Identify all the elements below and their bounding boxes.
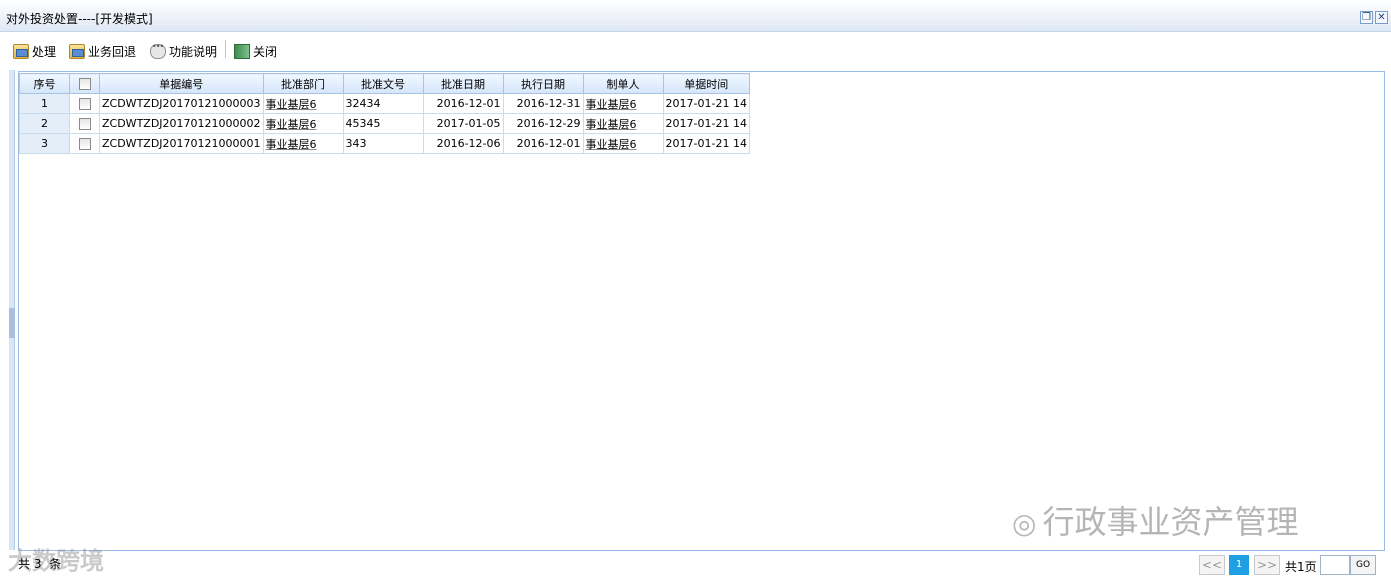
total-pages: 共1页 — [1285, 560, 1317, 574]
collapse-strip[interactable] — [9, 70, 15, 550]
doc-no-cell[interactable]: ZCDWTZDJ20170121000002 — [99, 113, 264, 134]
doc-time-cell[interactable]: 2017-01-21 14 — [662, 93, 750, 114]
grid-panel: 序号 单据编号 批准部门 批准文号 批准日期 执行日期 制单人 单据时间 1 Z… — [18, 71, 1385, 551]
column-header-doc-time[interactable]: 单据时间 — [662, 73, 750, 94]
row-checkbox[interactable] — [78, 118, 91, 130]
database-icon — [69, 43, 85, 59]
row-index: 1 — [19, 93, 70, 114]
toolbar-separator — [225, 40, 226, 58]
table-row[interactable]: 3 ZCDWTZDJ20170121000001 事业基层6 343 2016-… — [19, 133, 750, 154]
creator-cell[interactable]: 事业基层6 — [582, 93, 664, 114]
process-button-label: 处理 — [32, 44, 57, 59]
table-row[interactable]: 2 ZCDWTZDJ20170121000002 事业基层6 45345 201… — [19, 113, 750, 134]
table-row[interactable]: 1 ZCDWTZDJ20170121000003 事业基层6 32434 201… — [19, 93, 750, 114]
column-header-select-all[interactable] — [69, 73, 100, 94]
column-header-approval-no[interactable]: 批准文号 — [342, 73, 424, 94]
row-index: 3 — [19, 133, 70, 154]
approval-no-cell[interactable]: 343 — [342, 133, 424, 154]
column-header-approval-date[interactable]: 批准日期 — [422, 73, 504, 94]
exec-date-cell[interactable]: 2016-12-29 — [502, 113, 584, 134]
column-header-doc-no[interactable]: 单据编号 — [99, 73, 264, 94]
rollback-button-label: 业务回退 — [88, 44, 137, 59]
approval-no-cell[interactable]: 32434 — [342, 93, 424, 114]
exit-door-icon — [234, 43, 250, 59]
rollback-button[interactable]: 业务回退 — [69, 42, 136, 60]
prev-page-button[interactable]: << — [1199, 555, 1225, 575]
row-select-cell[interactable] — [69, 113, 100, 134]
dept-cell[interactable]: 事业基层6 — [262, 133, 344, 154]
current-page[interactable]: 1 — [1229, 555, 1249, 575]
column-header-dept[interactable]: 批准部门 — [262, 73, 344, 94]
page-number-input[interactable] — [1320, 555, 1350, 575]
row-select-cell[interactable] — [69, 93, 100, 114]
column-header-exec-date[interactable]: 执行日期 — [502, 73, 584, 94]
window-title: 对外投资处置----[开发模式] — [6, 12, 153, 26]
help-button[interactable]: 功能说明 — [150, 42, 217, 60]
row-index: 2 — [19, 113, 70, 134]
go-button[interactable]: GO — [1350, 555, 1376, 575]
process-button[interactable]: 处理 — [13, 42, 56, 60]
doc-time-cell[interactable]: 2017-01-21 14 — [662, 113, 750, 134]
select-all-checkbox[interactable] — [78, 78, 91, 90]
close-icon[interactable]: ✕ — [1375, 11, 1388, 24]
data-grid: 序号 单据编号 批准部门 批准文号 批准日期 执行日期 制单人 单据时间 1 Z… — [19, 73, 750, 154]
approval-date-cell[interactable]: 2016-12-01 — [422, 93, 504, 114]
next-page-button[interactable]: >> — [1254, 555, 1280, 575]
help-button-label: 功能说明 — [169, 44, 218, 59]
collapse-handle[interactable] — [9, 308, 15, 338]
dept-cell[interactable]: 事业基层6 — [262, 113, 344, 134]
column-header-index[interactable]: 序号 — [19, 73, 70, 94]
toolbar: 处理 业务回退 功能说明 关闭 — [0, 36, 1391, 64]
window-titlebar: 对外投资处置----[开发模式] ❐ ✕ — [0, 0, 1391, 32]
approval-no-cell[interactable]: 45345 — [342, 113, 424, 134]
watermark-right-text: 行政事业资产管理 — [1042, 503, 1299, 541]
doc-time-cell[interactable]: 2017-01-21 14 — [662, 133, 750, 154]
approval-date-cell[interactable]: 2016-12-06 — [422, 133, 504, 154]
doc-no-cell[interactable]: ZCDWTZDJ20170121000003 — [99, 93, 264, 114]
speech-bubble-icon — [150, 42, 166, 59]
grid-header-row: 序号 单据编号 批准部门 批准文号 批准日期 执行日期 制单人 单据时间 — [19, 73, 750, 94]
close-button[interactable]: 关闭 — [234, 42, 277, 60]
database-icon — [13, 43, 29, 59]
approval-date-cell[interactable]: 2017-01-05 — [422, 113, 504, 134]
row-checkbox[interactable] — [78, 138, 91, 150]
wechat-logo-icon: ◎ — [1012, 507, 1037, 540]
doc-no-cell[interactable]: ZCDWTZDJ20170121000001 — [99, 133, 264, 154]
restore-icon[interactable]: ❐ — [1360, 11, 1373, 24]
dept-cell[interactable]: 事业基层6 — [262, 93, 344, 114]
exec-date-cell[interactable]: 2016-12-01 — [502, 133, 584, 154]
column-header-creator[interactable]: 制单人 — [582, 73, 664, 94]
row-select-cell[interactable] — [69, 133, 100, 154]
watermark-wechat: ◎ 行政事业资产管理 — [1012, 497, 1298, 543]
exec-date-cell[interactable]: 2016-12-31 — [502, 93, 584, 114]
record-count: 共 3 条 — [18, 557, 62, 571]
close-button-label: 关闭 — [253, 44, 278, 59]
creator-cell[interactable]: 事业基层6 — [582, 113, 664, 134]
creator-cell[interactable]: 事业基层6 — [582, 133, 664, 154]
row-checkbox[interactable] — [78, 98, 91, 110]
